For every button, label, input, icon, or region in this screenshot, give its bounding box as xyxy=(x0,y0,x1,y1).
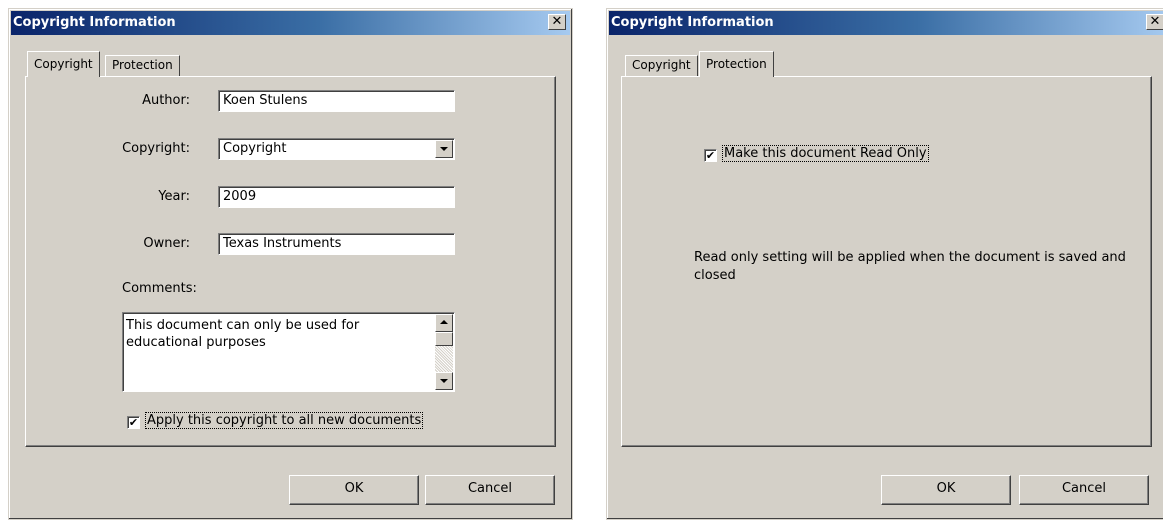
author-field[interactable]: Koen Stulens xyxy=(218,90,455,112)
read-only-label[interactable]: Make this document Read Only xyxy=(722,145,929,162)
check-icon: ✔ xyxy=(705,149,716,162)
ok-label: OK xyxy=(344,481,364,496)
scroll-down-button[interactable] xyxy=(435,372,453,390)
cancel-label: Cancel xyxy=(467,481,513,496)
tab-protection[interactable]: Protection xyxy=(699,51,774,77)
close-icon: ✕ xyxy=(551,14,563,29)
title-bar: Copyright Information ✕ xyxy=(609,11,1163,35)
ok-button[interactable]: OK xyxy=(881,475,1011,505)
tab-label: Protection xyxy=(112,58,173,72)
copyright-panel: Author: Koen Stulens Copyright: Copyrigh… xyxy=(25,76,556,447)
cancel-button[interactable]: Cancel xyxy=(425,475,555,505)
tab-copyright[interactable]: Copyright xyxy=(625,55,698,77)
year-value: 2009 xyxy=(223,189,257,204)
scroll-thumb[interactable] xyxy=(435,332,453,346)
close-icon: ✕ xyxy=(1149,14,1161,29)
owner-field[interactable]: Texas Instruments xyxy=(218,233,455,255)
apply-copyright-checkbox[interactable]: ✔ xyxy=(127,416,140,429)
arrow-up-icon xyxy=(440,320,448,324)
read-only-note: Read only setting will be applied when t… xyxy=(694,250,1126,283)
author-label: Author: xyxy=(142,93,190,108)
apply-copyright-label[interactable]: Apply this copyright to all new document… xyxy=(144,412,424,429)
cancel-button[interactable]: Cancel xyxy=(1019,475,1149,505)
owner-value: Texas Instruments xyxy=(223,236,342,251)
comments-textarea[interactable]: This document can only be used for educa… xyxy=(122,312,455,392)
protection-panel: ✔ Make this document Read Only Read only… xyxy=(621,76,1152,447)
year-field[interactable]: 2009 xyxy=(218,186,455,208)
dropdown-button[interactable] xyxy=(435,140,453,158)
title-bar: Copyright Information ✕ xyxy=(11,11,570,35)
comments-scrollbar[interactable] xyxy=(435,314,453,390)
comments-label: Comments: xyxy=(122,281,197,296)
copyright-dropdown[interactable]: Copyright xyxy=(218,138,455,160)
cancel-label: Cancel xyxy=(1061,481,1107,496)
tab-label: Copyright xyxy=(34,57,93,71)
owner-label: Owner: xyxy=(143,236,190,251)
dialog-title: Copyright Information xyxy=(611,15,774,30)
tab-label: Copyright xyxy=(632,58,691,72)
tab-copyright[interactable]: Copyright xyxy=(27,51,100,77)
check-icon: ✔ xyxy=(128,416,139,429)
copyright-dialog-copyright-tab: Copyright Information ✕ Copyright Protec… xyxy=(8,8,573,520)
read-only-checkbox[interactable]: ✔ xyxy=(704,149,717,162)
tab-label: Protection xyxy=(706,57,767,71)
author-value: Koen Stulens xyxy=(223,93,308,108)
chevron-down-icon xyxy=(440,147,448,151)
copyright-value: Copyright xyxy=(223,141,287,156)
tab-protection[interactable]: Protection xyxy=(105,55,180,77)
comments-value: This document can only be used for educa… xyxy=(126,318,360,350)
copyright-label: Copyright: xyxy=(122,141,190,156)
dialog-title: Copyright Information xyxy=(13,15,176,30)
copyright-dialog-protection-tab: Copyright Information ✕ Copyright Protec… xyxy=(606,8,1163,520)
ok-label: OK xyxy=(936,481,956,496)
close-button[interactable]: ✕ xyxy=(1146,14,1163,30)
year-label: Year: xyxy=(158,189,190,204)
scroll-up-button[interactable] xyxy=(435,314,453,332)
arrow-down-icon xyxy=(440,379,448,383)
ok-button[interactable]: OK xyxy=(289,475,419,505)
close-button[interactable]: ✕ xyxy=(548,14,566,30)
